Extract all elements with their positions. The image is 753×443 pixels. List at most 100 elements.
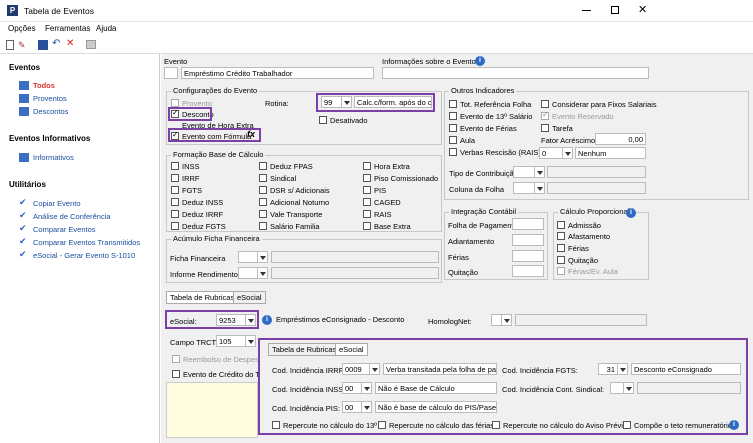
tipo-contrib-field[interactable] <box>513 166 535 178</box>
sidebar-item-proventos[interactable]: Proventos <box>33 94 67 103</box>
info-icon[interactable]: i <box>729 420 739 430</box>
close-icon[interactable]: ✕ <box>638 3 647 16</box>
outros-cb-tarefa[interactable] <box>541 124 549 132</box>
proporcional-cb[interactable] <box>557 256 565 264</box>
popup-irrf-code[interactable]: 0009 <box>342 363 370 375</box>
proporcional-cb[interactable] <box>557 221 565 229</box>
base-cb[interactable] <box>363 186 371 194</box>
popup-check-teto[interactable] <box>623 421 631 429</box>
save-icon[interactable] <box>38 40 48 50</box>
rescisao-dropdown[interactable] <box>563 147 573 159</box>
acumulo-dropdown[interactable] <box>258 267 268 279</box>
popup-pis-dropdown[interactable] <box>362 401 372 413</box>
base-cb[interactable] <box>363 198 371 206</box>
tipo-contrib-dropdown[interactable] <box>535 166 545 178</box>
popup-fgts-code[interactable]: 31 <box>598 363 618 375</box>
base-cb[interactable] <box>363 210 371 218</box>
print-icon[interactable] <box>86 40 96 49</box>
homolog-dropdown[interactable] <box>502 314 512 326</box>
credito-checkbox[interactable] <box>172 370 180 378</box>
base-cb[interactable] <box>259 174 267 182</box>
sidebar-item-descontos[interactable]: Descontos <box>33 107 68 116</box>
desativado-checkbox[interactable] <box>319 116 327 124</box>
base-cb[interactable] <box>363 222 371 230</box>
popup-fgts-dropdown[interactable] <box>618 363 628 375</box>
rescisao-code-field[interactable]: 0 <box>539 147 563 159</box>
minimize-icon[interactable] <box>582 10 591 11</box>
popup-inss-dropdown[interactable] <box>362 382 372 394</box>
tab-tabela-rubricas[interactable]: Tabela de Rubricas <box>166 291 239 304</box>
outros-cb-reservado[interactable] <box>541 110 549 120</box>
base-cb[interactable] <box>171 186 179 194</box>
base-cb[interactable] <box>259 210 267 218</box>
popup-tab-tabela-rubricas[interactable]: Tabela de Rubricas <box>268 343 341 356</box>
popup-inss-code[interactable]: 00 <box>342 382 362 394</box>
popup-irrf-dropdown[interactable] <box>370 363 380 375</box>
delete-icon[interactable]: ✕ <box>66 38 74 49</box>
info-icon[interactable]: i <box>626 208 636 218</box>
popup-tab-esocial[interactable]: eSocial <box>335 343 368 356</box>
integracao-field[interactable] <box>512 218 544 230</box>
menu-ferramentas[interactable]: Ferramentas <box>45 24 90 33</box>
integracao-field[interactable] <box>512 265 544 277</box>
base-cb[interactable] <box>171 198 179 206</box>
popup-check-13[interactable] <box>272 421 280 429</box>
reembolso-checkbox[interactable] <box>172 355 180 363</box>
menu-ajuda[interactable]: Ajuda <box>96 24 116 33</box>
sidebar-item-esocial-gerar[interactable]: eSocial - Gerar Evento S-1010 <box>33 251 135 260</box>
trct-field[interactable]: 105 <box>216 335 246 347</box>
sidebar-item-analise[interactable]: Análise de Conferência <box>33 212 111 221</box>
maximize-icon[interactable] <box>611 6 619 14</box>
menu-opcoes[interactable]: Opções <box>8 24 36 33</box>
proporcional-cb[interactable] <box>557 267 565 275</box>
outros-cb-0[interactable] <box>449 100 457 108</box>
outros-cb-fixos[interactable] <box>541 100 549 108</box>
integracao-field[interactable] <box>512 234 544 246</box>
base-cb[interactable] <box>363 162 371 170</box>
info-evento-field[interactable] <box>382 67 649 79</box>
base-cb[interactable] <box>259 162 267 170</box>
acumulo-field[interactable] <box>238 251 258 263</box>
popup-sind-dropdown[interactable] <box>624 382 634 394</box>
popup-check-aviso[interactable] <box>492 421 500 429</box>
base-cb[interactable] <box>171 210 179 218</box>
sidebar-item-todos[interactable]: Todos <box>33 81 55 90</box>
coluna-folha-field[interactable] <box>513 182 535 194</box>
sidebar-item-informativos[interactable]: Informativos <box>33 153 74 162</box>
base-cb[interactable] <box>259 186 267 194</box>
integracao-field[interactable] <box>512 250 544 262</box>
base-cb[interactable] <box>259 198 267 206</box>
coluna-folha-dropdown[interactable] <box>535 182 545 194</box>
undo-icon[interactable]: ↶ <box>52 38 60 49</box>
popup-sind-code[interactable] <box>610 382 624 394</box>
sidebar-item-copiar[interactable]: Copiar Evento <box>33 199 81 208</box>
base-cb[interactable] <box>171 222 179 230</box>
base-cb[interactable] <box>171 174 179 182</box>
acumulo-dropdown[interactable] <box>258 251 268 263</box>
base-cb[interactable] <box>259 222 267 230</box>
acumulo-field[interactable] <box>238 267 258 279</box>
base-cb[interactable] <box>171 162 179 170</box>
outros-cb-3[interactable] <box>449 136 457 144</box>
homolog-field[interactable] <box>491 314 502 326</box>
popup-check-ferias[interactable] <box>378 421 386 429</box>
new-icon[interactable] <box>6 40 14 50</box>
proporcional-cb[interactable] <box>557 232 565 240</box>
evento-code-field[interactable] <box>164 67 178 79</box>
outros-cb-4[interactable] <box>449 148 457 156</box>
proporcional-cb[interactable] <box>557 244 565 252</box>
sidebar-item-comparar[interactable]: Comparar Eventos <box>33 225 96 234</box>
fator-field[interactable]: 0,00 <box>595 133 646 145</box>
outros-cb-1[interactable] <box>449 112 457 120</box>
evento-name-field[interactable]: Empréstimo Crédito Trabalhador <box>181 67 374 79</box>
outros-cb-2[interactable] <box>449 124 457 132</box>
tab-esocial[interactable]: eSocial <box>233 291 266 304</box>
notes-area[interactable] <box>166 382 258 438</box>
popup-pis-code[interactable]: 00 <box>342 401 362 413</box>
trct-dropdown[interactable] <box>246 335 256 347</box>
provento-checkbox[interactable] <box>171 99 179 107</box>
edit-icon[interactable]: ✎ <box>18 40 28 50</box>
info-icon[interactable]: i <box>475 56 485 66</box>
sidebar-item-comparar-transmitidos[interactable]: Comparar Eventos Transmitidos <box>33 238 140 247</box>
base-cb[interactable] <box>363 174 371 182</box>
